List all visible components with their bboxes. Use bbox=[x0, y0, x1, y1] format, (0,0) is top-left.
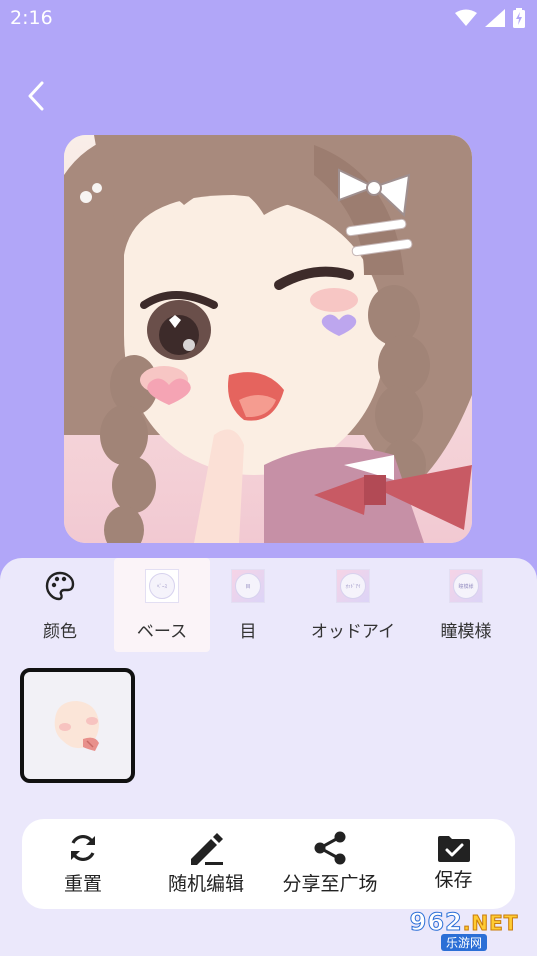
watermark-suffix: .NET bbox=[462, 910, 519, 935]
face-base-thumbnail bbox=[54, 700, 99, 751]
tab-eye[interactable]: 目 目 bbox=[215, 558, 281, 652]
watermark-digits: 962 bbox=[409, 907, 463, 936]
tab-label: オッドアイ bbox=[310, 622, 396, 642]
battery-icon bbox=[513, 8, 525, 28]
editor-panel: 颜色 ﾍﾞｰｽ ベース 目 目 ｵｯﾄﾞｱｲ オッドアイ 瞳模様 瞳模様 重置 … bbox=[0, 558, 537, 956]
folder-check-icon bbox=[437, 835, 471, 867]
share-icon bbox=[313, 831, 347, 869]
signal-icon bbox=[485, 9, 505, 27]
tab-pupil-pattern[interactable]: 瞳模様 瞳模様 bbox=[420, 558, 512, 652]
avatar-preview bbox=[64, 135, 472, 543]
category-tab-bar: 颜色 ﾍﾞｰｽ ベース 目 目 ｵｯﾄﾞｱｲ オッドアイ 瞳模様 瞳模様 bbox=[0, 558, 537, 653]
reset-label: 重置 bbox=[63, 873, 102, 895]
pupil-pattern-thumbnail: 瞳模様 bbox=[450, 570, 482, 602]
share-label: 分享至广场 bbox=[282, 873, 378, 895]
tab-odd-eye[interactable]: ｵｯﾄﾞｱｲ オッドアイ bbox=[300, 558, 406, 652]
watermark-main: 962.NET bbox=[409, 907, 519, 936]
base-face-option[interactable] bbox=[20, 668, 135, 783]
watermark-logo: 962.NET 乐游网 bbox=[398, 906, 530, 952]
tab-label: 瞳模様 bbox=[440, 622, 492, 642]
tab-label: ベース bbox=[136, 622, 188, 642]
tab-color[interactable]: 颜色 bbox=[8, 558, 112, 652]
status-icons bbox=[455, 8, 525, 28]
pupil-thumbnail-text: 瞳模様 bbox=[453, 573, 479, 599]
odd-eye-thumbnail-text: ｵｯﾄﾞｱｲ bbox=[340, 573, 366, 599]
action-bar: 重置 随机编辑 分享至广场 保存 bbox=[22, 819, 515, 909]
pencil-icon bbox=[187, 831, 225, 871]
odd-eye-thumbnail: ｵｯﾄﾞｱｲ bbox=[337, 570, 369, 602]
base-thumbnail: ﾍﾞｰｽ bbox=[146, 570, 178, 602]
status-bar: 2:16 bbox=[0, 0, 537, 36]
tab-base[interactable]: ﾍﾞｰｽ ベース bbox=[114, 558, 210, 652]
avatar-illustration bbox=[64, 135, 472, 543]
wifi-icon bbox=[455, 9, 477, 26]
tab-label: 颜色 bbox=[43, 622, 77, 642]
chevron-left-icon bbox=[28, 81, 44, 111]
share-to-square-button[interactable]: 分享至广场 bbox=[268, 819, 392, 909]
back-button[interactable] bbox=[18, 78, 54, 114]
refresh-icon bbox=[66, 831, 100, 869]
save-button[interactable]: 保存 bbox=[392, 819, 515, 909]
eye-thumbnail-text: 目 bbox=[235, 573, 261, 599]
eye-thumbnail: 目 bbox=[232, 570, 264, 602]
status-time: 2:16 bbox=[10, 7, 53, 29]
base-thumbnail-text: ﾍﾞｰｽ bbox=[149, 573, 175, 599]
reset-button[interactable]: 重置 bbox=[22, 819, 144, 909]
save-label: 保存 bbox=[434, 869, 473, 891]
tab-label: 目 bbox=[239, 622, 257, 642]
watermark-sub: 乐游网 bbox=[440, 933, 487, 951]
palette-icon bbox=[44, 570, 76, 606]
random-edit-label: 随机编辑 bbox=[167, 873, 244, 895]
random-edit-button[interactable]: 随机编辑 bbox=[144, 819, 268, 909]
